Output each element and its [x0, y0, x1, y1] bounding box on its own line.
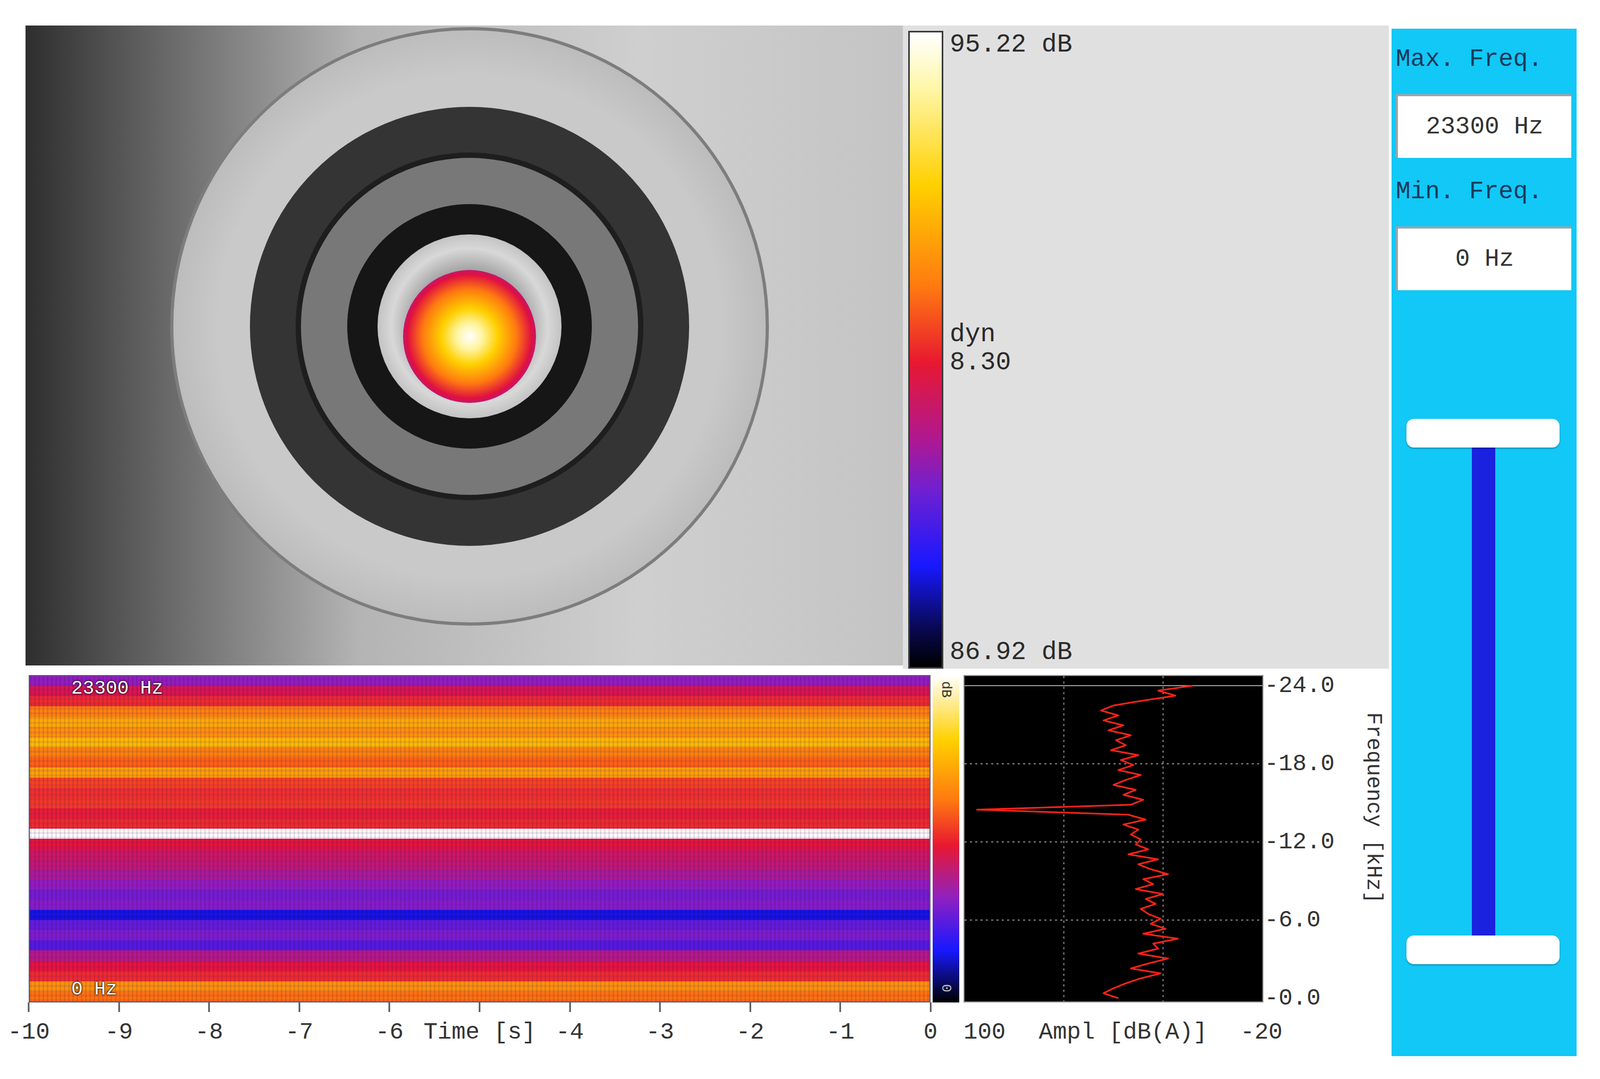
frequency-range-slider[interactable] [1395, 403, 1572, 965]
dyn-value: 8.30 [949, 348, 1389, 378]
amplitude-axis-right: -20 [1240, 1019, 1283, 1046]
color-scale-panel: 95.22 dB dyn8.30 86.92 dB [902, 25, 1389, 669]
slider-range-bar [1471, 433, 1496, 951]
spectrogram-scale-bottom: 0 [939, 984, 953, 993]
spectrogram-top-label: 23300 Hz [71, 678, 164, 700]
grid-line [964, 841, 1263, 843]
scale-max-label: 95.22 dB [949, 30, 1389, 60]
spectrum-trace [976, 685, 1193, 999]
time-tick-label: -8 [195, 1019, 224, 1046]
acoustic-camera-screen: 95.22 dB dyn8.30 86.92 dB 23300 Hz 0 Hz dB 0 -2… [0, 0, 1600, 1079]
time-tick-label: -10 [7, 1019, 50, 1046]
tick-mark [749, 1002, 751, 1013]
time-tick: -3 [646, 1002, 675, 1046]
frequency-axis: -24.0-18.0-12.0-6.0-0.0 [1263, 675, 1344, 1003]
frequency-tick: -0.0 [1264, 985, 1321, 1012]
tick-mark [659, 1002, 661, 1013]
spectrogram-bottom-label: 0 Hz [71, 979, 117, 1001]
time-tick: -10 [7, 1002, 50, 1046]
spectrum-plot [963, 675, 1264, 1003]
tick-mark [478, 1002, 481, 1013]
color-scale-bar [908, 30, 944, 669]
amplitude-axis-title: Ampl [dB(A)] [1039, 1019, 1208, 1046]
tick-mark [118, 1002, 120, 1013]
tick-mark [28, 1002, 30, 1013]
spectrogram-scale-bar: dB 0 [932, 675, 960, 1003]
time-tick: -4 [555, 1002, 584, 1046]
time-tick: -1 [826, 1002, 855, 1046]
time-tick-label: -9 [104, 1019, 133, 1046]
amplitude-axis: 100 Ampl [dB(A)] -20 [963, 1002, 1283, 1059]
spectrogram: 23300 Hz 0 Hz [28, 675, 931, 1003]
min-freq-field[interactable]: 0 Hz [1395, 226, 1572, 291]
frequency-tick: -6.0 [1264, 907, 1321, 934]
spectrogram-scale-top: dB [939, 681, 953, 698]
tick-mark [298, 1002, 300, 1013]
spectrum-chart [964, 676, 1263, 1002]
tick-mark [930, 1002, 932, 1013]
time-tick: -7 [285, 1002, 314, 1046]
max-freq-handle[interactable] [1406, 419, 1560, 448]
frequency-tick: -24.0 [1264, 673, 1335, 699]
amplitude-axis-left: 100 [963, 1019, 1006, 1046]
tick-mark [839, 1002, 842, 1013]
frequency-axis-title: Frequency [kHz] [1352, 675, 1385, 1003]
tick-mark [568, 1002, 571, 1013]
time-tick-label: -6 [375, 1019, 404, 1046]
time-tick: -9 [104, 1002, 133, 1046]
time-tick: Time [s] [423, 1002, 536, 1046]
time-tick: -8 [195, 1002, 224, 1046]
time-axis: -10-9-8-7-6Time [s]-4-3-2-10 [28, 1002, 931, 1059]
time-tick-label: Time [s] [423, 1019, 536, 1046]
time-tick-label: -1 [826, 1019, 855, 1046]
tick-mark [388, 1002, 391, 1013]
camera-image [25, 25, 903, 666]
time-tick-label: -2 [735, 1019, 765, 1046]
spectrogram-texture [29, 676, 930, 1002]
scale-min-label: 86.92 dB [949, 638, 1389, 667]
time-tick-label: -4 [555, 1019, 584, 1046]
sound-source-heat-spot [403, 270, 536, 404]
time-tick: -6 [375, 1002, 404, 1046]
time-tick: 0 [923, 1002, 938, 1046]
grid-line [1162, 676, 1164, 1002]
dyn-label: dyn [949, 320, 1389, 349]
time-tick: -2 [735, 1002, 765, 1046]
frequency-tick: -18.0 [1264, 751, 1335, 777]
frequency-tick: -12.0 [1264, 829, 1335, 856]
max-freq-field[interactable]: 23300 Hz [1395, 94, 1572, 158]
time-tick-label: 0 [923, 1019, 938, 1046]
tick-mark [208, 1002, 211, 1013]
min-freq-handle[interactable] [1406, 935, 1560, 965]
frequency-filter-panel: Max. Freq. 23300 Hz Min. Freq. 0 Hz [1391, 28, 1577, 1057]
time-tick-label: -7 [285, 1019, 314, 1046]
grid-line [1063, 676, 1065, 1002]
grid-line [964, 919, 1263, 921]
min-freq-label: Min. Freq. [1395, 176, 1572, 208]
grid-line [964, 685, 1263, 687]
grid-line [964, 763, 1263, 765]
max-freq-label: Max. Freq. [1395, 43, 1572, 76]
time-tick-label: -3 [646, 1019, 675, 1046]
